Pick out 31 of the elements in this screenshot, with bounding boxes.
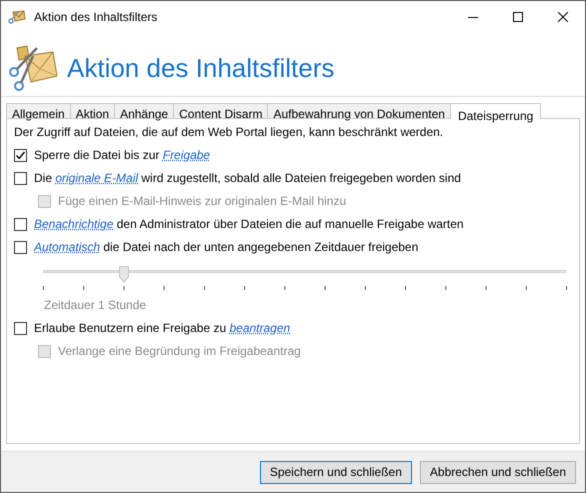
- checkbox[interactable]: [14, 322, 27, 334]
- link[interactable]: Benachrichtige: [34, 217, 114, 231]
- page-title: Aktion des Inhaltsfilters: [67, 52, 334, 84]
- duration-label: Zeitdauer 1 Stunde: [44, 298, 148, 312]
- checkbox[interactable]: [14, 172, 27, 184]
- close-icon[interactable]: [558, 12, 568, 22]
- tab[interactable]: Anhänge: [114, 103, 174, 118]
- checkbox[interactable]: [14, 240, 27, 254]
- save-button[interactable]: Speichern und schließen: [260, 460, 412, 484]
- scissors-envelope-icon: [8, 8, 26, 24]
- link[interactable]: beantragen: [229, 321, 290, 335]
- tab[interactable]: Aufbewahrung von Dokumenten: [267, 103, 451, 118]
- option-label: Füge einen E-Mail-Hinweis zur originalen E-Mail hinzu: [58, 194, 346, 208]
- description-text: Der Zugriff auf Dateien, die auf dem Web Portal liegen, kann beschränkt werden.: [14, 125, 444, 139]
- checkbox[interactable]: [14, 148, 27, 162]
- option-label: Sperre die Datei bis zur Freigabe: [34, 148, 210, 162]
- tab[interactable]: Content Disarm: [173, 103, 268, 118]
- window-title: Aktion des Inhaltsfilters: [34, 10, 158, 24]
- option-label: Verlange eine Begründung im Freigabeantrag: [58, 344, 301, 358]
- maximize-icon[interactable]: [512, 12, 522, 22]
- link[interactable]: originale E-Mail: [55, 171, 138, 185]
- link[interactable]: Automatisch: [34, 240, 100, 254]
- tab[interactable]: Allgemein: [6, 103, 71, 118]
- option-label: Automatisch die Datei nach der unten angegebenen Zeitdauer freigeben: [34, 240, 418, 254]
- link[interactable]: Freigabe: [162, 148, 210, 162]
- option-label: Erlaube Benutzern eine Freigabe zu beantragen: [34, 321, 290, 335]
- cancel-button[interactable]: Abbrechen und schließen: [420, 460, 576, 484]
- option-label: Die originale E-Mail wird zugestellt, sobald alle Dateien freigegeben worden sind: [34, 171, 461, 185]
- option-label: Benachrichtige den Administrator über Dateien die auf manuelle Freigabe warten: [34, 217, 464, 231]
- tab[interactable]: Aktion: [70, 103, 116, 118]
- checkbox[interactable]: [14, 218, 27, 230]
